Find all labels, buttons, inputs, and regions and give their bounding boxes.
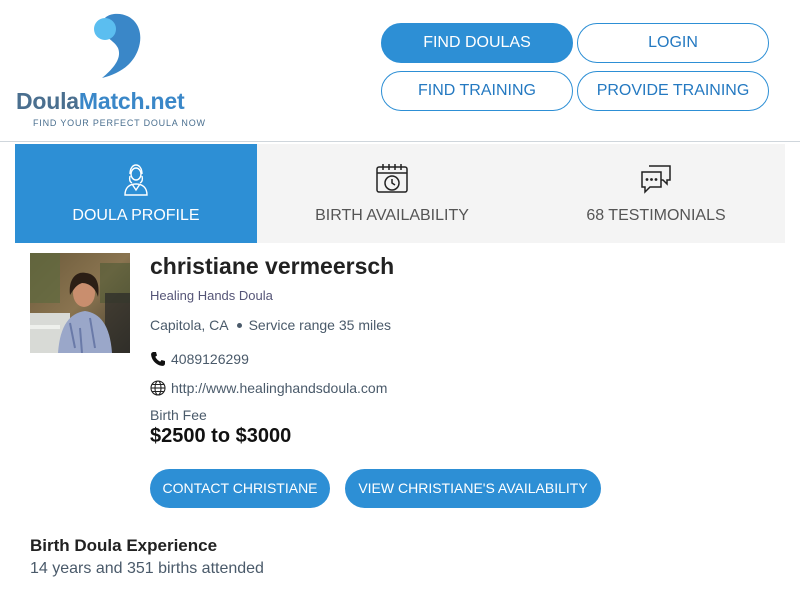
tab-birth-availability[interactable]: BIRTH AVAILABILITY: [271, 144, 513, 243]
birth-fee-label: Birth Fee: [150, 407, 207, 423]
phone-number[interactable]: 4089126299: [171, 351, 249, 367]
tab-testimonials[interactable]: 68 TESTIMONIALS: [535, 144, 777, 243]
site-logo[interactable]: DoulaMatch.net FIND YOUR PERFECT DOULA N…: [16, 12, 226, 132]
doula-photo: [30, 253, 130, 353]
logo-tagline: FIND YOUR PERFECT DOULA NOW: [33, 118, 206, 128]
person-icon: [124, 164, 148, 196]
logo-wordmark: DoulaMatch.net: [16, 88, 185, 115]
site-header: DoulaMatch.net FIND YOUR PERFECT DOULA N…: [0, 0, 800, 142]
tab-doula-profile[interactable]: DOULA PROFILE: [15, 144, 257, 243]
profile-tabs: DOULA PROFILE BIRTH AVAILABILITY 68 TEST…: [15, 144, 785, 243]
tab-label: BIRTH AVAILABILITY: [315, 207, 469, 224]
logo-word-doula: Doula: [16, 88, 79, 114]
website-link[interactable]: http://www.healinghandsdoula.com: [171, 380, 387, 396]
birth-fee-value: $2500 to $3000: [150, 425, 292, 447]
website-row: http://www.healinghandsdoula.com: [150, 380, 387, 396]
chat-bubbles-icon: [641, 165, 671, 194]
experience-title: Birth Doula Experience: [30, 536, 218, 555]
location-text: Capitola, CA: [150, 317, 229, 333]
contact-doula-button[interactable]: CONTACT CHRISTIANE: [150, 469, 330, 508]
tab-label: 68 TESTIMONIALS: [586, 207, 726, 224]
separator-dot: [236, 322, 242, 328]
find-training-button[interactable]: FIND TRAINING: [381, 71, 573, 111]
location-line: Capitola, CA Service range 35 miles: [150, 317, 391, 333]
logo-mark-icon: [94, 13, 141, 78]
provide-training-button[interactable]: PROVIDE TRAINING: [577, 71, 769, 111]
phone-row: 4089126299: [150, 351, 249, 367]
login-button[interactable]: LOGIN: [577, 23, 769, 63]
find-doulas-button[interactable]: FIND DOULAS: [381, 23, 573, 63]
view-availability-button[interactable]: VIEW CHRISTIANE'S AVAILABILITY: [345, 469, 601, 508]
service-range-text: Service range 35 miles: [248, 317, 391, 333]
globe-icon: [150, 380, 166, 396]
doula-photo-image: [30, 253, 130, 353]
phone-icon: [151, 352, 165, 366]
logo-word-match: Match.net: [78, 88, 185, 114]
tab-label: DOULA PROFILE: [72, 207, 200, 224]
business-name: Healing Hands Doula: [150, 288, 273, 303]
doula-name: christiane vermeersch: [150, 253, 395, 279]
experience-text: 14 years and 351 births attended: [30, 560, 264, 577]
calendar-clock-icon: [376, 164, 408, 193]
